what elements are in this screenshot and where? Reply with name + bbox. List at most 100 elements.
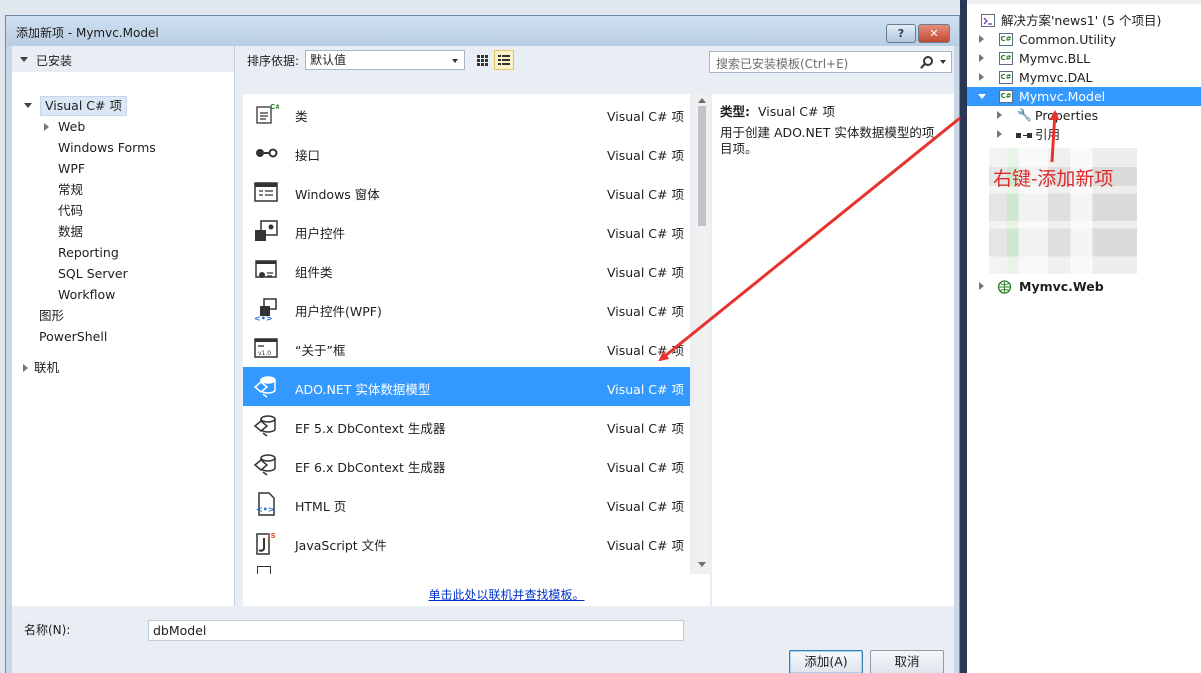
template-name: 组件类 xyxy=(295,265,333,280)
template-item-component-class[interactable]: 组件类 Visual C# 项 xyxy=(243,250,690,289)
online-link-area: 单击此处以联机并查找模板。 xyxy=(243,574,710,606)
search-icon[interactable] xyxy=(923,56,933,66)
tree-item-reporting[interactable]: Reporting xyxy=(58,243,119,263)
scroll-thumb[interactable] xyxy=(698,106,706,226)
expand-arrow-icon[interactable] xyxy=(979,73,984,81)
tree-item-graphics[interactable]: 图形 xyxy=(39,306,64,326)
properties-node[interactable]: 🔧 Properties xyxy=(967,106,1201,125)
collapse-arrow-icon[interactable] xyxy=(978,94,986,99)
project-node-bll[interactable]: C# Mymvc.BLL xyxy=(967,49,1201,68)
installed-header[interactable]: 已安装 xyxy=(12,46,234,72)
expand-arrow-icon[interactable] xyxy=(24,103,32,108)
svg-text:v1.0: v1.0 xyxy=(258,350,271,357)
expand-arrow-icon[interactable] xyxy=(979,282,984,290)
template-item-ado-net-entity-model[interactable]: ADO.NET 实体数据模型 Visual C# 项 xyxy=(243,367,690,406)
expand-arrow-icon[interactable] xyxy=(44,123,49,131)
template-type: Visual C# 项 xyxy=(607,499,684,514)
add-button[interactable]: 添加(A) xyxy=(789,650,863,673)
template-type: Visual C# 项 xyxy=(607,226,684,241)
dialog-title: 添加新项 - Mymvc.Model xyxy=(16,26,159,40)
tree-item-wpf[interactable]: WPF xyxy=(58,159,85,179)
help-button[interactable]: ? xyxy=(886,24,916,43)
find-templates-online-link[interactable]: 单击此处以联机并查找模板。 xyxy=(428,588,584,602)
javascript-file-icon: JS xyxy=(256,532,276,555)
expand-arrow-icon[interactable] xyxy=(23,364,28,372)
template-item-about-box[interactable]: v1.0 “关于”框 Visual C# 项 xyxy=(243,328,690,367)
tree-item-powershell[interactable]: PowerShell xyxy=(39,327,107,347)
template-item-user-control[interactable]: 用户控件 Visual C# 项 xyxy=(243,211,690,250)
tree-item-sql-server[interactable]: SQL Server xyxy=(58,264,128,284)
tree-item-online[interactable]: 联机 xyxy=(34,358,59,378)
user-control-icon xyxy=(255,220,278,241)
detail-description: 用于创建 ADO.NET 实体数据模型的项目项。 xyxy=(720,125,935,156)
csharp-project-icon: C# xyxy=(999,90,1013,103)
solution-explorer-top-edge xyxy=(967,0,1201,4)
grid-view-button[interactable] xyxy=(472,50,492,70)
dialog-titlebar[interactable]: 添加新项 - Mymvc.Model ? ✕ xyxy=(6,16,959,46)
name-label: 名称(N): xyxy=(24,623,71,637)
project-node-common-utility[interactable]: C# Common.Utility xyxy=(967,30,1201,49)
installed-header-label: 已安装 xyxy=(36,54,73,68)
template-item-html-page[interactable]: <•> HTML 页 Visual C# 项 xyxy=(243,484,690,523)
expand-arrow-icon[interactable] xyxy=(997,130,1002,138)
solution-label: 解决方案'news1' (5 个项目) xyxy=(1001,13,1162,28)
project-node-model[interactable]: C# Mymvc.Model xyxy=(967,87,1201,106)
project-label: Common.Utility xyxy=(1019,32,1117,47)
template-type: Visual C# 项 xyxy=(607,265,684,280)
html-page-icon: <•> xyxy=(256,492,275,516)
tree-item-web[interactable]: Web xyxy=(58,117,85,137)
template-name: “关于”框 xyxy=(295,343,346,358)
tree-item-data[interactable]: 数据 xyxy=(58,222,83,242)
tree-item-visual-csharp[interactable]: Visual C# 项 xyxy=(40,96,127,116)
template-type: Visual C# 项 xyxy=(607,460,684,475)
template-item-javascript-file[interactable]: JS JavaScript 文件 Visual C# 项 xyxy=(243,523,690,562)
search-input[interactable]: 搜索已安装模板(Ctrl+E) xyxy=(709,51,952,73)
interface-icon xyxy=(256,148,278,158)
properties-label: Properties xyxy=(1035,108,1099,123)
sort-toolbar: 排序依据: 默认值 xyxy=(237,46,692,72)
csharp-project-icon: C# xyxy=(999,52,1013,65)
scroll-down-icon[interactable] xyxy=(698,562,706,567)
project-node-web[interactable]: Mymvc.Web xyxy=(967,277,1201,296)
template-item-windows-form[interactable]: Windows 窗体 Visual C# 项 xyxy=(243,172,690,211)
expand-arrow-icon[interactable] xyxy=(997,111,1002,119)
template-list-scrollbar[interactable] xyxy=(694,94,710,574)
csharp-project-icon: C# xyxy=(999,71,1013,84)
cancel-button[interactable]: 取消 xyxy=(870,650,944,673)
template-item-ef6-dbcontext[interactable]: EF 6.x DbContext 生成器 Visual C# 项 xyxy=(243,445,690,484)
detail-type-label: 类型: xyxy=(720,104,750,119)
template-item-ef5-dbcontext[interactable]: EF 5.x DbContext 生成器 Visual C# 项 xyxy=(243,406,690,445)
tree-item-windows-forms[interactable]: Windows Forms xyxy=(58,138,156,158)
add-new-item-dialog: 添加新项 - Mymvc.Model ? ✕ 已安装 Visual C# 项 W… xyxy=(5,15,960,673)
template-item-class[interactable]: C# 类 Visual C# 项 xyxy=(243,94,690,133)
list-view-button[interactable] xyxy=(494,50,514,70)
project-label: Mymvc.Web xyxy=(1019,279,1104,294)
template-item-interface[interactable]: 接口 Visual C# 项 xyxy=(243,133,690,172)
project-node-dal[interactable]: C# Mymvc.DAL xyxy=(967,68,1201,87)
annotation-text: 右键-添加新项 xyxy=(993,168,1114,190)
tree-item-workflow[interactable]: Workflow xyxy=(58,285,115,305)
chevron-down-icon[interactable] xyxy=(940,60,946,64)
solution-node[interactable]: 解决方案'news1' (5 个项目) xyxy=(967,11,1201,30)
tree-item-general[interactable]: 常规 xyxy=(58,180,83,200)
tree-item-code[interactable]: 代码 xyxy=(58,201,83,221)
scroll-up-icon[interactable] xyxy=(698,98,706,103)
detail-type-value: Visual C# 项 xyxy=(758,104,835,119)
project-label: Mymvc.DAL xyxy=(1019,70,1093,85)
template-type: Visual C# 项 xyxy=(607,421,684,436)
sort-dropdown[interactable]: 默认值 xyxy=(305,50,465,70)
template-name: ADO.NET 实体数据模型 xyxy=(295,382,431,397)
close-button[interactable]: ✕ xyxy=(918,24,950,43)
collapse-arrow-icon[interactable] xyxy=(20,57,28,62)
references-icon xyxy=(1016,133,1021,138)
expand-arrow-icon[interactable] xyxy=(979,35,984,43)
detail-type-row: 类型: Visual C# 项 xyxy=(720,101,835,120)
entity-model-icon xyxy=(253,415,276,437)
references-node[interactable]: 引用 xyxy=(967,125,1201,144)
template-item-wpf-user-control[interactable]: <•> 用户控件(WPF) Visual C# 项 xyxy=(243,289,690,328)
template-type: Visual C# 项 xyxy=(607,187,684,202)
name-field[interactable]: dbModel xyxy=(148,620,684,641)
expand-arrow-icon[interactable] xyxy=(979,54,984,62)
sort-dropdown-value: 默认值 xyxy=(310,53,347,67)
dialog-body: 已安装 Visual C# 项 Web Windows Forms WPF 常规… xyxy=(12,46,954,673)
